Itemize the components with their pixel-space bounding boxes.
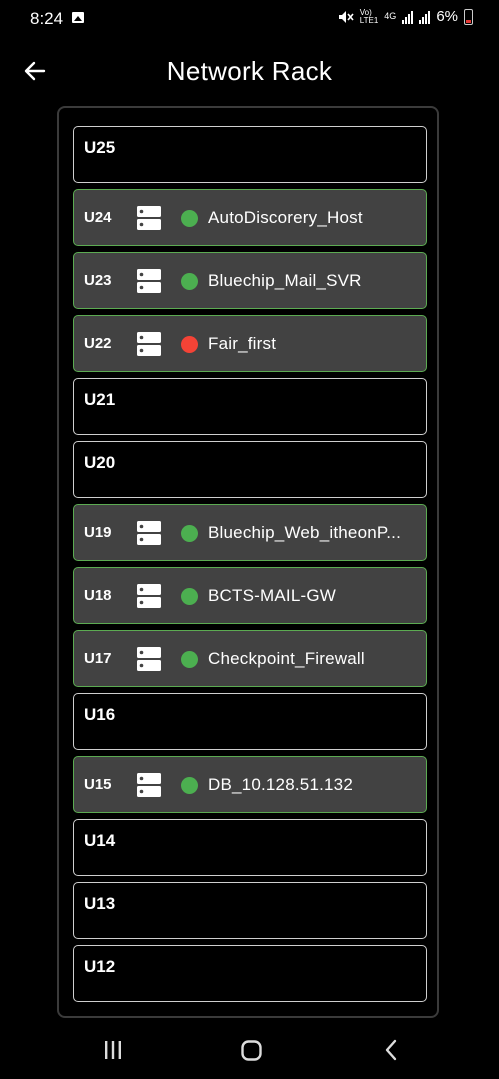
mute-icon	[338, 10, 354, 23]
slot-unit-label: U20	[84, 453, 116, 472]
slot-unit-label: U18	[84, 587, 112, 604]
status-indicator-online	[181, 210, 198, 227]
server-icon	[137, 647, 161, 671]
device-name: BCTS-MAIL-GW	[208, 586, 337, 605]
status-time: 8:24	[30, 9, 64, 28]
server-icon	[137, 206, 161, 230]
rack-slot-u17[interactable]: U17 Checkpoint_Firewall	[73, 630, 427, 687]
nav-back-icon[interactable]	[383, 1038, 399, 1062]
device-name: Bluechip_Mail_SVR	[208, 271, 362, 290]
device-name: AutoDiscorery_Host	[208, 208, 363, 227]
network-type-icon: 4G	[384, 11, 397, 21]
slot-unit-label: U22	[84, 335, 112, 352]
status-indicator-online	[181, 651, 198, 668]
status-indicator-online	[181, 777, 198, 794]
status-indicator-online	[181, 588, 198, 605]
rack-slot-u13[interactable]: U13	[73, 882, 427, 939]
server-icon	[137, 773, 161, 797]
recent-apps-icon[interactable]	[103, 1040, 123, 1060]
server-icon	[137, 332, 161, 356]
status-icons: Vo) LTE1 4G 6%	[338, 8, 473, 25]
rack-slot-u19[interactable]: U19 Bluechip_Web_itheonP...	[73, 504, 427, 561]
slot-unit-label: U24	[84, 209, 112, 226]
device-name: Fair_first	[208, 334, 277, 353]
home-icon[interactable]	[241, 1040, 262, 1061]
slot-unit-label: U12	[84, 957, 116, 976]
slot-unit-label: U25	[84, 138, 116, 157]
device-name: DB_10.128.51.132	[208, 775, 353, 794]
gallery-notification-icon	[72, 12, 84, 23]
slot-unit-label: U23	[84, 272, 112, 289]
slot-unit-label: U17	[84, 650, 112, 667]
status-indicator-online	[181, 273, 198, 290]
rack-slot-u24[interactable]: U24 AutoDiscorery_Host	[73, 189, 427, 246]
rack-slot-u21[interactable]: U21	[73, 378, 427, 435]
slot-unit-label: U21	[84, 390, 116, 409]
server-icon	[137, 269, 161, 293]
signal-icon-2	[419, 10, 431, 24]
app-bar: Network Rack	[0, 42, 499, 104]
rack-slot-u18[interactable]: U18 BCTS-MAIL-GW	[73, 567, 427, 624]
slot-unit-label: U14	[84, 831, 116, 850]
slot-unit-label: U16	[84, 705, 116, 724]
rack-slot-u23[interactable]: U23 Bluechip_Mail_SVR	[73, 252, 427, 309]
volte-icon: Vo) LTE1	[359, 7, 379, 25]
status-indicator-offline	[181, 336, 198, 353]
rack-slot-u15[interactable]: U15 DB_10.128.51.132	[73, 756, 427, 813]
device-name: Bluechip_Web_itheonP...	[208, 523, 402, 542]
battery-percent: 6%	[436, 8, 458, 25]
server-icon	[137, 521, 161, 545]
rack-slot-u16[interactable]: U16	[73, 693, 427, 750]
server-icon	[137, 584, 161, 608]
signal-icon-1	[402, 10, 414, 24]
rack-slot-u12[interactable]: U12	[73, 945, 427, 1002]
rack-slot-u20[interactable]: U20	[73, 441, 427, 498]
rack-slot-u22[interactable]: U22 Fair_first	[73, 315, 427, 372]
status-indicator-online	[181, 525, 198, 542]
slot-unit-label: U13	[84, 894, 116, 913]
status-bar: 8:24 Vo) LTE1 4G 6%	[0, 0, 499, 38]
battery-icon	[464, 8, 473, 25]
rack-slot-u14[interactable]: U14	[73, 819, 427, 876]
device-name: Checkpoint_Firewall	[208, 649, 365, 668]
page-title: Network Rack	[166, 56, 333, 86]
slot-unit-label: U15	[84, 776, 112, 793]
system-nav-bar	[0, 1022, 499, 1079]
slot-unit-label: U19	[84, 524, 112, 541]
rack-container: U25 U24 AutoDiscorery_Host U23 Bluechip_Mail…	[57, 106, 439, 1018]
rack-slot-u25[interactable]: U25	[73, 126, 427, 183]
